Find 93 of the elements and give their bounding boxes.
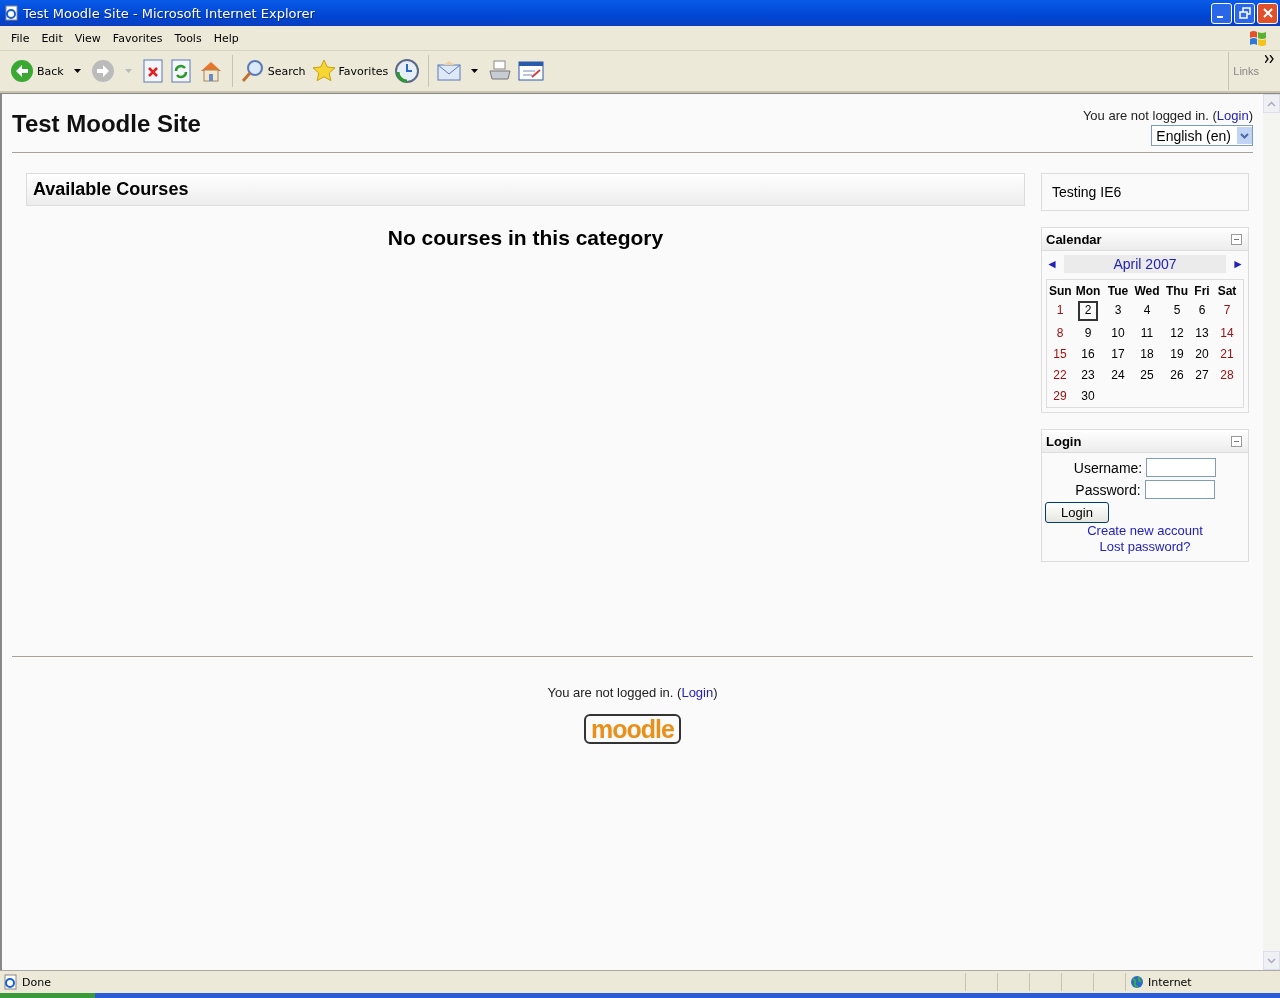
chevron-icon[interactable] xyxy=(1265,55,1274,63)
calendar-day[interactable]: 12 xyxy=(1165,324,1189,342)
calendar-day[interactable]: 3 xyxy=(1109,301,1127,319)
calendar-day[interactable]: 22 xyxy=(1048,366,1072,384)
globe-icon xyxy=(1130,975,1144,989)
history-icon[interactable] xyxy=(394,58,421,84)
close-icon xyxy=(1261,7,1274,19)
login-status-text: You are not logged in. (Login) xyxy=(1082,108,1253,123)
block-title: Calendar xyxy=(1046,231,1102,247)
zone-text: Internet xyxy=(1148,975,1192,989)
menu-item[interactable]: File xyxy=(5,31,36,45)
calendar-day[interactable]: 13 xyxy=(1190,324,1214,342)
window-title: Test Moodle Site - Microsoft Internet Explorer xyxy=(23,5,315,21)
empty-message: No courses in this category xyxy=(386,226,665,250)
windows-flag-icon xyxy=(1248,29,1268,47)
edit-icon[interactable] xyxy=(518,60,545,82)
login-button[interactable]: Login xyxy=(1045,502,1109,523)
previous-month-link[interactable]: ◄ xyxy=(1046,257,1058,271)
login-status-text: You are not logged in. (Login) xyxy=(547,685,718,700)
lost-password-link[interactable]: Lost password? xyxy=(1099,539,1191,555)
restore-button[interactable] xyxy=(1234,2,1255,24)
menu-item[interactable]: Tools xyxy=(168,31,208,45)
calendar-day[interactable]: 26 xyxy=(1165,366,1189,384)
create-account-link[interactable]: Create new account xyxy=(1087,523,1203,539)
star-icon xyxy=(311,59,336,83)
calendar-day[interactable]: 5 xyxy=(1168,301,1186,319)
calendar-day[interactable]: 17 xyxy=(1106,345,1130,363)
menu-item[interactable]: Edit xyxy=(35,31,69,45)
restore-icon xyxy=(1238,7,1251,19)
weekday-label: Mon xyxy=(1074,284,1102,298)
password-field[interactable] xyxy=(1144,480,1215,499)
calendar-day[interactable]: 8 xyxy=(1051,324,1069,342)
menu-item[interactable]: Help xyxy=(207,31,245,45)
summary-text: Testing IE6 xyxy=(1052,184,1122,200)
section-heading: Available Courses xyxy=(33,179,189,200)
page-icon xyxy=(3,974,19,990)
username-field[interactable] xyxy=(1146,458,1217,477)
weekday-label: Thu xyxy=(1165,284,1189,298)
password-label: Password: xyxy=(1075,481,1141,498)
calendar-day[interactable]: 2 xyxy=(1077,301,1099,321)
calendar-day[interactable]: 1 xyxy=(1051,301,1069,319)
calendar-day[interactable]: 16 xyxy=(1076,345,1100,363)
username-label: Username: xyxy=(1073,459,1143,476)
calendar-day[interactable]: 15 xyxy=(1048,345,1072,363)
language-select[interactable]: English (en) xyxy=(1151,125,1253,146)
weekday-label: Tue xyxy=(1106,284,1130,298)
mail-icon[interactable] xyxy=(437,60,462,82)
status-text: Done xyxy=(22,975,52,989)
back-button[interactable]: Back xyxy=(10,59,64,83)
collapse-icon[interactable] xyxy=(1231,233,1242,245)
search-button[interactable]: Search xyxy=(240,59,306,83)
search-icon xyxy=(240,59,265,83)
weekday-label: Wed xyxy=(1133,284,1161,298)
calendar-day[interactable]: 24 xyxy=(1106,366,1130,384)
calendar-day[interactable]: 18 xyxy=(1135,345,1159,363)
calendar-day[interactable]: 20 xyxy=(1190,345,1214,363)
calendar-day[interactable]: 30 xyxy=(1076,387,1100,405)
refresh-icon[interactable] xyxy=(169,59,192,83)
calendar-day[interactable]: 14 xyxy=(1215,324,1239,342)
calendar-day[interactable]: 6 xyxy=(1193,301,1211,319)
month-link[interactable]: April 2007 xyxy=(1063,255,1227,273)
weekday-label: Fri xyxy=(1193,284,1211,298)
calendar-day[interactable]: 29 xyxy=(1048,387,1072,405)
collapse-icon[interactable] xyxy=(1231,435,1242,447)
calendar-day[interactable]: 27 xyxy=(1190,366,1214,384)
calendar-day[interactable]: 9 xyxy=(1079,324,1097,342)
login-link[interactable]: Login xyxy=(681,685,714,700)
print-icon[interactable] xyxy=(488,59,513,83)
weekday-label: Sun xyxy=(1049,284,1071,298)
favorites-button[interactable]: Favorites xyxy=(311,59,389,83)
minimize-button[interactable] xyxy=(1211,2,1232,24)
stop-icon[interactable] xyxy=(141,59,164,83)
calendar-day[interactable]: 25 xyxy=(1135,366,1159,384)
menu-item[interactable]: View xyxy=(68,31,107,45)
calendar-day[interactable]: 28 xyxy=(1215,366,1239,384)
calendar-day[interactable]: 21 xyxy=(1215,345,1239,363)
weekday-label: Sat xyxy=(1216,284,1238,298)
calendar-day[interactable]: 19 xyxy=(1165,345,1189,363)
block-title: Login xyxy=(1046,433,1082,449)
calendar-day[interactable]: 4 xyxy=(1138,301,1156,319)
site-title: Test Moodle Site xyxy=(12,110,201,138)
caret-icon[interactable] xyxy=(471,69,479,73)
menu-item[interactable]: Favorites xyxy=(106,31,169,45)
calendar-day[interactable]: 23 xyxy=(1076,366,1100,384)
minimize-icon xyxy=(1217,16,1223,18)
calendar-day[interactable]: 7 xyxy=(1218,301,1236,319)
next-month-link[interactable]: ► xyxy=(1232,257,1244,271)
ie-icon xyxy=(4,5,20,21)
caret-icon[interactable] xyxy=(73,69,81,73)
calendar-day[interactable]: 10 xyxy=(1106,324,1130,342)
calendar-day[interactable]: 11 xyxy=(1135,324,1159,342)
login-link[interactable]: Login xyxy=(1216,108,1249,123)
close-button[interactable] xyxy=(1257,2,1278,24)
